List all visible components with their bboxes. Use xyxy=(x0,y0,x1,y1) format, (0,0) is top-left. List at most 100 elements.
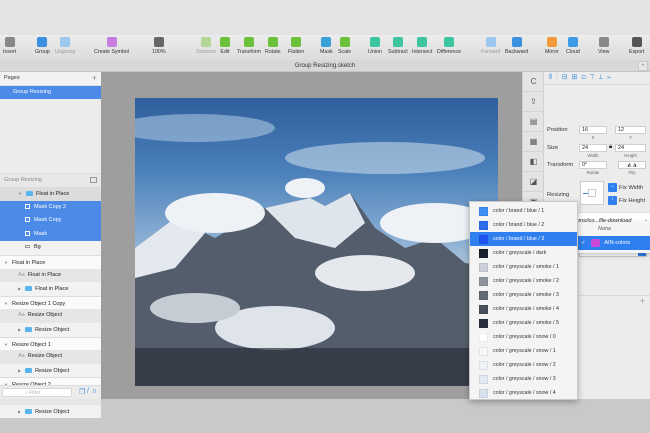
disclosure-arrow-icon[interactable]: ▶ xyxy=(18,409,21,414)
layer-row[interactable]: AaResize Object xyxy=(0,350,101,364)
disclosure-arrow-icon[interactable]: ▶ xyxy=(18,327,21,332)
width-input[interactable]: 24 xyxy=(579,144,607,152)
layout-icon[interactable]: ▦ xyxy=(523,132,544,152)
color-menu-item[interactable]: color / greyscale / smoke / 4 xyxy=(470,302,577,316)
fix-height-icon[interactable]: ↕ xyxy=(608,196,617,205)
toolbar-button-backward[interactable]: Backward xyxy=(505,37,528,55)
add-page-icon[interactable]: + xyxy=(92,72,97,86)
library-none-option[interactable]: None xyxy=(578,222,650,236)
layer-row[interactable]: Bg xyxy=(0,241,101,255)
disclosure-arrow-icon[interactable]: ▼ xyxy=(4,301,8,306)
toolbar-button-ungroup[interactable]: Ungroup xyxy=(55,37,75,55)
color-menu-item[interactable]: color / greyscale / smoke / 2 xyxy=(470,274,577,288)
position-y-input[interactable]: 12 xyxy=(615,126,646,134)
color-menu-item[interactable]: color / greyscale / smoke / 1 xyxy=(470,260,577,274)
slice-filter-icon[interactable]: / xyxy=(87,388,89,395)
filter-input[interactable]: ⌕ Filter xyxy=(2,388,72,397)
color-menu-item[interactable]: color / brand / blue / 3 xyxy=(470,232,577,246)
mountain-image-artboard[interactable] xyxy=(135,98,498,386)
layer-row[interactable]: ▶ Resize Object xyxy=(0,404,101,419)
toolbar-button-create-symbol[interactable]: Create Symbol xyxy=(94,37,129,55)
flip-buttons[interactable]: ◭ ◮ xyxy=(618,161,646,169)
toolbar-button-export[interactable]: Export xyxy=(629,37,644,55)
height-input[interactable]: 24 xyxy=(615,144,646,152)
color-menu-item[interactable]: color / greyscale / snow / 2 xyxy=(470,358,577,372)
toolbar-button-view[interactable]: View xyxy=(598,37,609,55)
toolbar-button-100-[interactable]: 100% xyxy=(152,37,166,55)
color-menu-item[interactable]: color / greyscale / smoke / 3 xyxy=(470,288,577,302)
fix-width-icon[interactable]: ↔ xyxy=(608,183,617,192)
layer-row[interactable]: AaResize Object xyxy=(0,309,101,323)
toolbar-button-scissors[interactable]: Scissors xyxy=(196,37,216,55)
color-menu-item[interactable]: color / greyscale / snow / 4 xyxy=(470,386,577,400)
symbols-filter-icon[interactable]: ❐ xyxy=(79,388,85,396)
color-swatch xyxy=(479,220,488,230)
upload-icon[interactable]: ⇪ xyxy=(523,92,544,112)
color-menu-item[interactable]: color / greyscale / smoke / 5 xyxy=(470,316,577,330)
toolbar-button-subtract[interactable]: Subtract xyxy=(388,37,408,55)
printer-icon[interactable]: ▤ xyxy=(523,112,544,132)
fix-height-label[interactable]: Fix Height xyxy=(619,198,645,204)
layer-row[interactable]: ▼ Float in Place xyxy=(0,255,101,269)
add-export-icon[interactable]: + xyxy=(640,296,645,306)
color-name: color / greyscale / snow / 4 xyxy=(493,390,556,396)
collapse-icon[interactable] xyxy=(90,177,97,183)
color-menu-item[interactable]: color / greyscale / snow / 3 xyxy=(470,372,577,386)
resizing-control[interactable] xyxy=(580,181,604,205)
rotate-input[interactable]: 0° xyxy=(579,161,607,169)
toolbar-button-edit[interactable]: Edit xyxy=(220,37,230,55)
layer-row[interactable]: Mask Copy 2 xyxy=(0,200,101,215)
color-menu-item[interactable]: color / greyscale / snow / 1 xyxy=(470,344,577,358)
layer-row[interactable]: Aa Float in Place xyxy=(0,268,101,283)
toolbar-button-group[interactable]: Group xyxy=(35,37,50,55)
layer-row[interactable]: ▶ Resize Object xyxy=(0,363,101,378)
toolbar-label: Mask xyxy=(320,49,333,55)
layer-name: Mask Copy 2 xyxy=(34,203,67,210)
layer-row[interactable]: ▼ Resize Object 1 Copy xyxy=(0,295,101,310)
toolbar-button-scale[interactable]: Scale xyxy=(338,37,351,55)
c-icon[interactable]: C xyxy=(523,72,544,92)
toolbar-button-rotate[interactable]: Rotate xyxy=(265,37,281,55)
color-menu-item[interactable]: color / brand / blue / 1 xyxy=(470,204,577,218)
toolbar-button-union[interactable]: Union xyxy=(368,37,382,55)
disclosure-arrow-icon[interactable]: ▼ xyxy=(4,342,8,347)
toolbar-button-cloud[interactable]: Cloud xyxy=(566,37,580,55)
view-icon xyxy=(598,37,609,47)
document-title: Group Resizing.sketch xyxy=(294,63,356,69)
color-menu-item[interactable]: color / brand / blue / 2 xyxy=(470,218,577,232)
layer-row[interactable]: ▶ Float in Place xyxy=(0,282,101,296)
toolbar-button-transform[interactable]: Transform xyxy=(237,37,261,55)
toolbar-button-flatten[interactable]: Flatten xyxy=(288,37,304,55)
edit-shape-icon[interactable]: ◪ xyxy=(523,172,544,192)
layer-row[interactable]: ▶ Resize Object xyxy=(0,323,101,337)
library-ain-colors-option[interactable]: ✓ AIN-colors xyxy=(578,236,650,250)
color-menu-item[interactable]: color / greyscale / snow / 0 xyxy=(470,330,577,344)
toolbar-button-intersect[interactable]: Intersect xyxy=(412,37,432,55)
color-menu-item[interactable]: color / greyscale / dark xyxy=(470,246,577,260)
shape-icon xyxy=(25,217,30,223)
layer-row[interactable]: ▼ Float in Place xyxy=(0,187,101,201)
toolbar-button-difference[interactable]: Difference xyxy=(437,37,461,55)
pages-list-empty xyxy=(0,99,101,173)
layer-row[interactable]: Mask xyxy=(0,227,101,242)
disclosure-arrow-icon[interactable]: ▼ xyxy=(4,260,8,265)
position-x-input[interactable]: 16 xyxy=(579,126,607,134)
fix-width-label[interactable]: Fix Width xyxy=(619,185,643,191)
toolbar-button-mirror[interactable]: Mirror xyxy=(545,37,559,55)
grid-icon[interactable]: ◧ xyxy=(523,152,544,172)
disclosure-arrow-icon[interactable]: ▶ xyxy=(18,286,21,291)
toolbar-button-insert[interactable]: Insert xyxy=(3,37,16,55)
page-item[interactable]: Group Resizing xyxy=(0,85,101,100)
toolbar-label: Backward xyxy=(505,49,529,55)
toolbar-button-forward[interactable]: Forward xyxy=(481,37,500,55)
alignment-toolbar[interactable]: ⫴⫶⊟⊞⊡⊤⊥⊢ xyxy=(545,72,650,85)
disclosure-arrow-icon[interactable]: ▼ xyxy=(18,191,22,196)
canvas[interactable] xyxy=(101,72,522,399)
layer-row[interactable]: ▼ Resize Object 1 xyxy=(0,336,101,351)
color-swatch xyxy=(479,206,488,216)
disclosure-arrow-icon[interactable]: ▶ xyxy=(18,368,21,373)
lock-icon[interactable]: 🔒︎ xyxy=(609,144,612,151)
new-tab-button[interactable]: + xyxy=(638,61,648,71)
layer-row[interactable]: Mask Copy xyxy=(0,214,101,228)
toolbar-button-mask[interactable]: Mask xyxy=(320,37,333,55)
